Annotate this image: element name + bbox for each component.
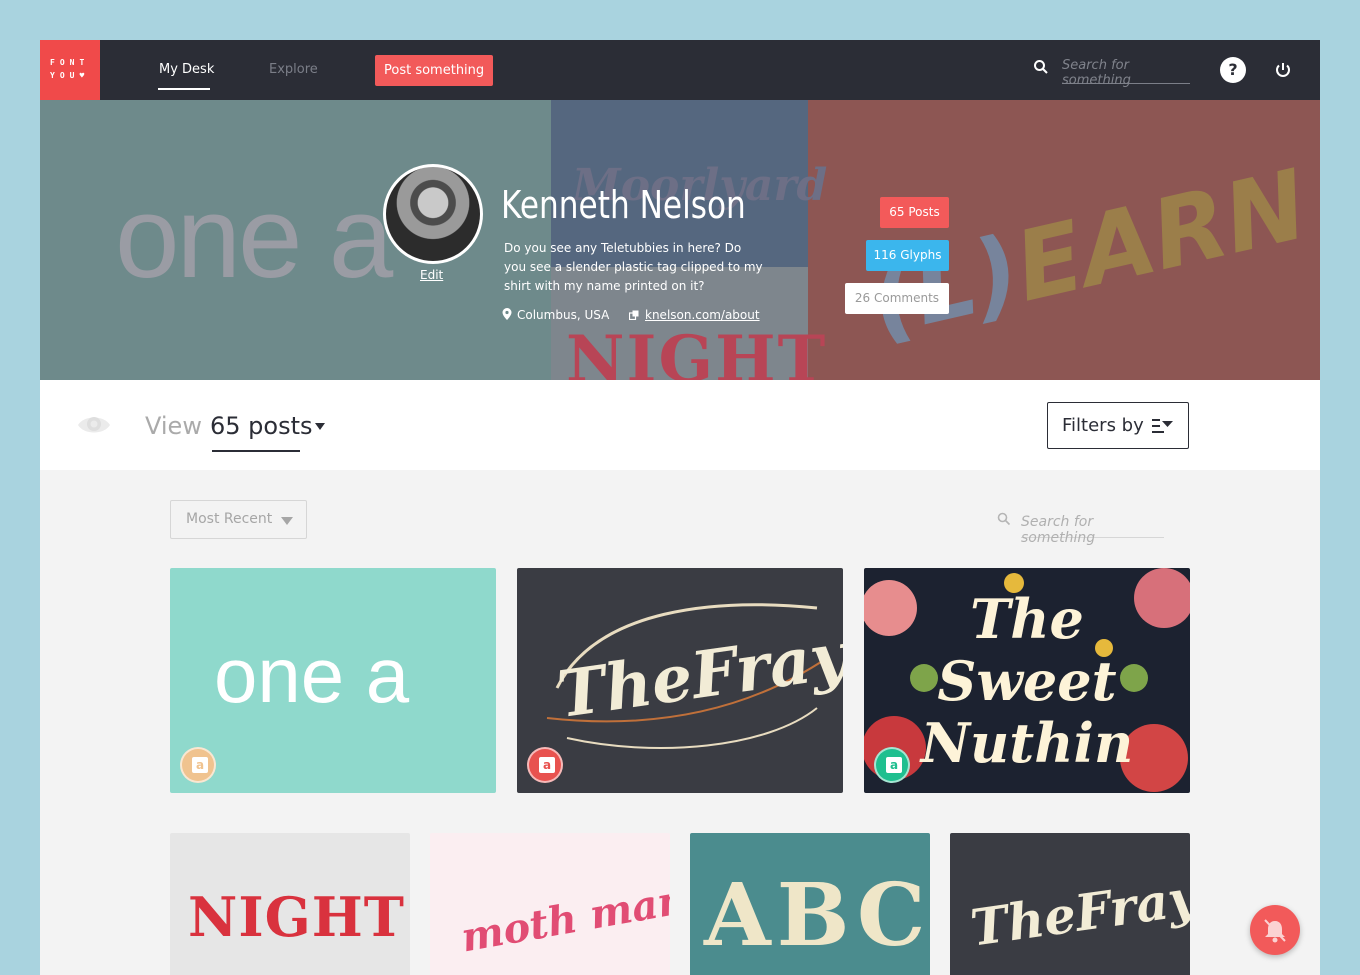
author-badge[interactable]: a	[874, 747, 910, 783]
help-button[interactable]: ?	[1220, 57, 1246, 83]
post-card[interactable]: NIGHT	[170, 833, 410, 975]
post-something-button[interactable]: Post something	[375, 55, 494, 86]
profile-website: knelson.com/about	[628, 308, 760, 322]
eye-icon	[78, 417, 110, 433]
view-posts-select[interactable]: 65 posts	[210, 412, 313, 440]
profile-website-link[interactable]: knelson.com/about	[645, 308, 760, 322]
card-artwork-text: moth man	[457, 875, 670, 962]
post-card[interactable]: ABC	[690, 833, 930, 975]
search-icon[interactable]	[997, 512, 1011, 526]
glyphs-count-badge[interactable]: 116 Glyphs	[866, 240, 949, 271]
caret-down-icon[interactable]	[315, 423, 325, 430]
top-nav: FONT YOU♥ My Desk Explore Post something…	[40, 40, 1320, 100]
badge-letter: a	[886, 757, 902, 773]
nav-my-desk[interactable]: My Desk	[159, 62, 214, 77]
list-search-input[interactable]: Search for something	[1021, 514, 1164, 546]
hero-bg-text-onea: one a	[115, 172, 393, 302]
logo-line-2: YOU♥	[50, 71, 90, 80]
post-card[interactable]: moth man	[430, 833, 670, 975]
badge-letter: a	[192, 757, 208, 773]
filters-button[interactable]: Filters by	[1047, 402, 1189, 449]
post-card[interactable]: TheFray	[950, 833, 1190, 975]
comments-count-badge[interactable]: 26 Comments	[845, 283, 949, 314]
avatar[interactable]	[383, 164, 483, 264]
view-label: View	[145, 412, 202, 440]
location-pin-icon	[502, 308, 512, 320]
sort-dropdown-label: Most Recent	[186, 511, 273, 527]
app-window: FONT YOU♥ My Desk Explore Post something…	[40, 40, 1320, 975]
post-card[interactable]: TheFray a	[517, 568, 843, 793]
card-artwork-text: one a	[214, 631, 410, 719]
author-badge[interactable]: a	[527, 747, 563, 783]
nav-search-input[interactable]: Search for something	[1062, 58, 1190, 88]
fontyou-logo[interactable]: FONT YOU♥	[40, 40, 100, 100]
view-bar: View 65 posts Filters by	[40, 380, 1320, 470]
edit-avatar-link[interactable]: Edit	[420, 268, 443, 282]
profile-bio: Do you see any Teletubbies in here? Do y…	[504, 241, 763, 293]
sort-dropdown[interactable]: Most Recent	[170, 500, 307, 539]
posts-count-badge[interactable]: 65 Posts	[880, 197, 949, 228]
filter-icon	[1152, 419, 1173, 433]
card-artwork-text: NIGHT	[188, 885, 405, 949]
avatar-photo	[386, 167, 480, 261]
nav-explore[interactable]: Explore	[269, 62, 318, 77]
chevron-down-icon	[281, 517, 293, 525]
link-icon	[628, 310, 639, 321]
card-artwork-text: The Sweet Nuthin	[920, 587, 1134, 775]
nav-active-underline	[158, 88, 210, 90]
author-badge[interactable]: a	[180, 747, 216, 783]
profile-hero: one a Moorlyard NIGHT (L)EARN Edit Kenne…	[40, 100, 1320, 380]
notifications-off-button[interactable]	[1250, 905, 1300, 955]
search-icon[interactable]	[1033, 59, 1049, 75]
profile-name: Kenneth Nelson	[501, 183, 746, 227]
profile-location: Columbus, USA	[502, 308, 609, 322]
profile-location-text: Columbus, USA	[517, 308, 610, 322]
view-underline	[212, 450, 300, 452]
logo-line-1: FONT	[50, 58, 90, 67]
card-artwork-text: ABC	[704, 865, 930, 966]
power-icon[interactable]	[1273, 60, 1293, 80]
post-card[interactable]: The Sweet Nuthin a	[864, 568, 1190, 793]
bell-off-icon	[1264, 919, 1286, 943]
post-card[interactable]: one a a	[170, 568, 496, 793]
card-artwork-text: TheFray	[967, 867, 1190, 958]
filters-label: Filters by	[1062, 415, 1144, 436]
hero-bg-text-night: NIGHT	[566, 322, 828, 380]
badge-letter: a	[539, 757, 555, 773]
